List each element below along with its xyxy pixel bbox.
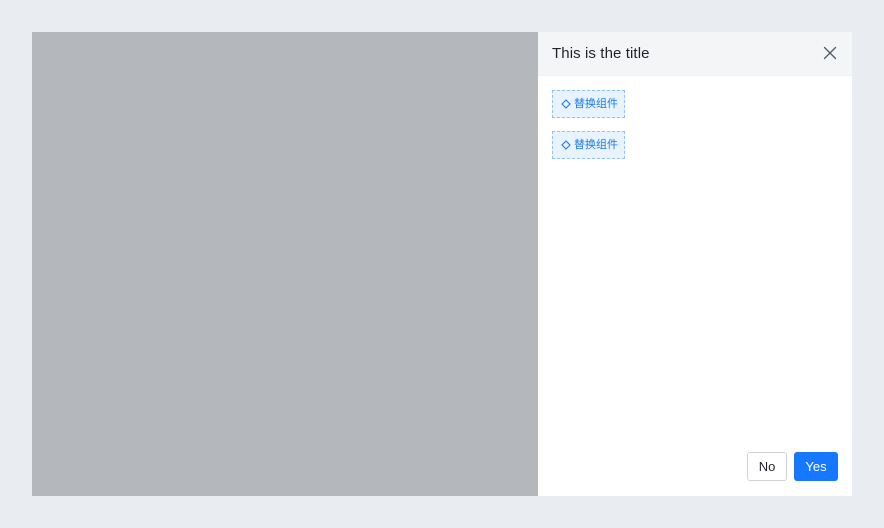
app-frame: This is the title 替换组件 替换组件 No Yes: [32, 32, 852, 496]
drawer-body: 替换组件 替换组件: [538, 76, 852, 436]
drawer-panel: This is the title 替换组件 替换组件 No Yes: [538, 32, 852, 496]
drawer-header: This is the title: [538, 32, 852, 76]
diamond-icon: [561, 99, 571, 109]
diamond-icon: [561, 140, 571, 150]
drawer-mask[interactable]: [32, 32, 538, 496]
placeholder-label: 替换组件: [574, 98, 618, 110]
replace-component-placeholder[interactable]: 替换组件: [552, 131, 625, 159]
replace-component-placeholder[interactable]: 替换组件: [552, 90, 625, 118]
yes-button[interactable]: Yes: [794, 452, 838, 481]
drawer-title: This is the title: [552, 45, 650, 62]
no-button[interactable]: No: [747, 452, 787, 481]
placeholder-label: 替换组件: [574, 139, 618, 151]
close-icon[interactable]: [822, 45, 838, 61]
drawer-footer: No Yes: [538, 436, 852, 496]
